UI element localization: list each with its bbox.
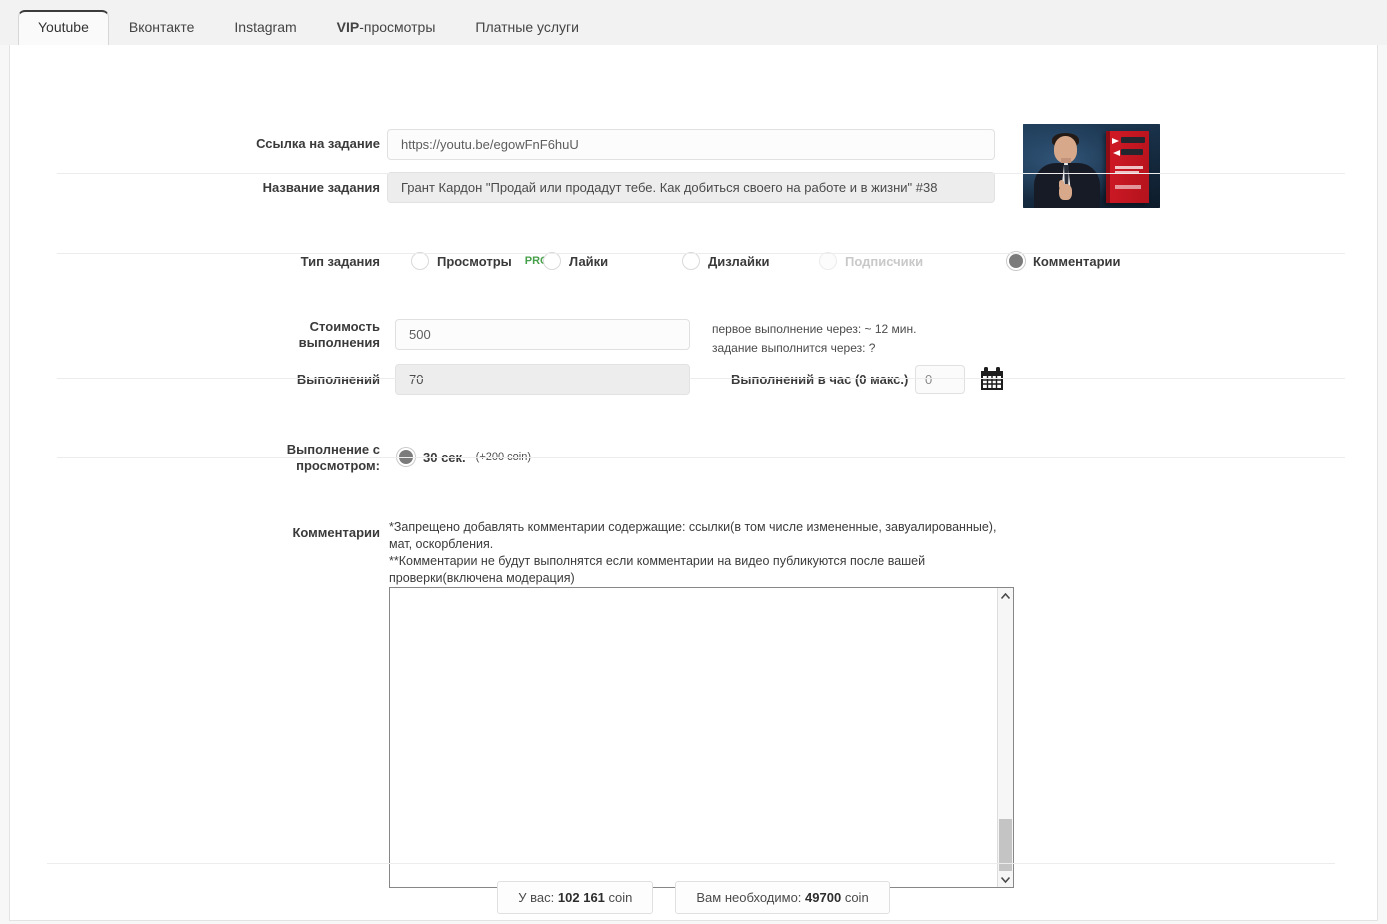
tab-vkontakte-label: Вконтакте	[128, 19, 195, 35]
watch-label-wrap: Выполнение с просмотром:	[200, 442, 380, 473]
tab-vkontakte[interactable]: Вконтакте	[108, 10, 215, 45]
radio-likes-circle-icon[interactable]	[543, 252, 561, 270]
thumbnail-book-author-line	[1115, 185, 1141, 189]
balance-prefix: У вас:	[518, 890, 555, 905]
comments-note-line-4: проверки(включена модерация)	[389, 571, 575, 585]
tab-list: Youtube Вконтакте Instagram VIP-просмотр…	[18, 10, 599, 45]
balance-badge: У вас: 102 161 coin	[497, 881, 654, 914]
task-link-input[interactable]	[387, 129, 995, 160]
thumbnail-book-title-line-1	[1121, 137, 1145, 143]
radio-subscribers-circle-icon	[819, 252, 837, 270]
comments-textarea-wrap	[389, 587, 1014, 888]
calendar-icon[interactable]	[978, 365, 1006, 393]
link-label-wrap: Ссылка на задание	[250, 129, 380, 159]
task-title-input[interactable]	[387, 172, 995, 203]
radio-option-likes[interactable]: Лайки	[543, 252, 608, 270]
scroll-up-icon[interactable]	[998, 588, 1013, 604]
tab-vip-views-prefix: VIP	[336, 19, 360, 35]
count-label-wrap: Выполнений	[240, 365, 380, 395]
count-input[interactable]	[395, 364, 690, 395]
per-hour-label: Выполнений в час (0 макс.)	[731, 372, 909, 387]
comments-rules-note: *Запрещено добавлять комментарии содержа…	[389, 519, 1014, 587]
balance-amount: 102 161	[557, 890, 605, 905]
tab-instagram-label: Instagram	[234, 19, 297, 35]
required-amount: 49700	[805, 890, 842, 905]
balance-suffix: coin	[608, 890, 633, 905]
thumbnail-arrow-right-icon	[1112, 138, 1119, 144]
timing-info-completion: задание выполнится через: ?	[712, 341, 876, 355]
comments-note-line-2: мат, оскорбления.	[389, 537, 494, 551]
per-hour-input[interactable]	[915, 365, 965, 394]
timing-info: первое выполнение через: ~ 12 мин. задан…	[712, 320, 916, 358]
radio-views-label: Просмотры	[437, 253, 512, 269]
divider-3	[57, 378, 1345, 379]
comments-note-line-3: **Комментарии не будут выполнятся если к…	[389, 554, 926, 568]
radio-option-subscribers: Подписчики	[819, 252, 923, 270]
radio-likes-label: Лайки	[569, 253, 609, 269]
tab-youtube[interactable]: Youtube	[18, 10, 109, 45]
radio-dislikes-label: Дизлайки	[708, 253, 770, 269]
radio-dislikes-circle-icon[interactable]	[682, 252, 700, 270]
watch-label: Выполнение с просмотром:	[286, 442, 380, 473]
per-hour-label-wrap: Выполнений в час (0 макс.)	[731, 365, 908, 395]
tab-bar: Youtube Вконтакте Instagram VIP-просмотр…	[0, 0, 1387, 45]
radio-views-circle-icon[interactable]	[411, 252, 429, 270]
radio-option-dislikes[interactable]: Дизлайки	[682, 252, 770, 270]
video-thumbnail[interactable]	[1023, 124, 1160, 208]
page-root: Youtube Вконтакте Instagram VIP-просмотр…	[0, 0, 1387, 924]
comments-textarea[interactable]	[390, 588, 997, 887]
tab-paid-services[interactable]: Платные услуги	[455, 10, 599, 45]
cost-label-wrap: Стоимость выполнения	[225, 319, 380, 350]
task-type-label-wrap: Тип задания	[230, 247, 380, 277]
count-label: Выполнений	[296, 372, 380, 387]
comments-label: Комментарии	[292, 525, 380, 540]
required-suffix: coin	[844, 890, 869, 905]
thumbnail-book-spine	[1106, 131, 1110, 203]
comments-note-line-1: *Запрещено добавлять комментарии содержа…	[389, 520, 997, 534]
comments-label-wrap: Комментарии	[210, 523, 380, 543]
link-label: Ссылка на задание	[256, 136, 380, 151]
comments-scrollbar[interactable]	[997, 588, 1013, 887]
task-type-label: Тип задания	[300, 254, 380, 269]
footer-divider	[47, 863, 1335, 864]
radio-option-views[interactable]: Просмотры PRO	[411, 252, 549, 270]
thumbnail-arrow-left-icon	[1113, 150, 1120, 156]
radio-comments-label: Комментарии	[1033, 253, 1121, 269]
tab-vip-views-rest: -просмотры	[359, 19, 436, 35]
required-badge: Вам необходимо: 49700 coin	[675, 881, 890, 914]
radio-option-comments[interactable]: Комментарии	[1007, 252, 1121, 270]
cost-input[interactable]	[395, 319, 690, 350]
required-prefix: Вам необходимо:	[696, 890, 802, 905]
thumbnail-book-sub-line-1	[1115, 166, 1143, 169]
title-label: Название задания	[262, 180, 380, 195]
divider-2	[57, 253, 1345, 254]
cost-label: Стоимость выполнения	[298, 319, 380, 350]
content-panel: Ссылка на задание Название задания	[9, 45, 1378, 921]
thumbnail-book-title-line-2	[1121, 149, 1143, 155]
footer: У вас: 102 161 coin Вам необходимо: 4970…	[0, 881, 1387, 914]
tab-instagram[interactable]: Instagram	[214, 10, 317, 45]
tab-vip-views[interactable]: VIP-просмотры	[316, 10, 456, 45]
tab-youtube-label: Youtube	[38, 19, 89, 35]
divider-4	[57, 457, 1345, 458]
thumbnail-person-hand	[1059, 184, 1072, 200]
radio-subscribers-label: Подписчики	[845, 253, 924, 269]
timing-info-first-run: первое выполнение через: ~ 12 мин.	[712, 322, 917, 336]
radio-comments-circle-icon[interactable]	[1007, 252, 1025, 270]
title-label-wrap: Название задания	[240, 173, 380, 203]
divider-1	[57, 173, 1345, 174]
tab-paid-services-label: Платные услуги	[475, 19, 579, 35]
